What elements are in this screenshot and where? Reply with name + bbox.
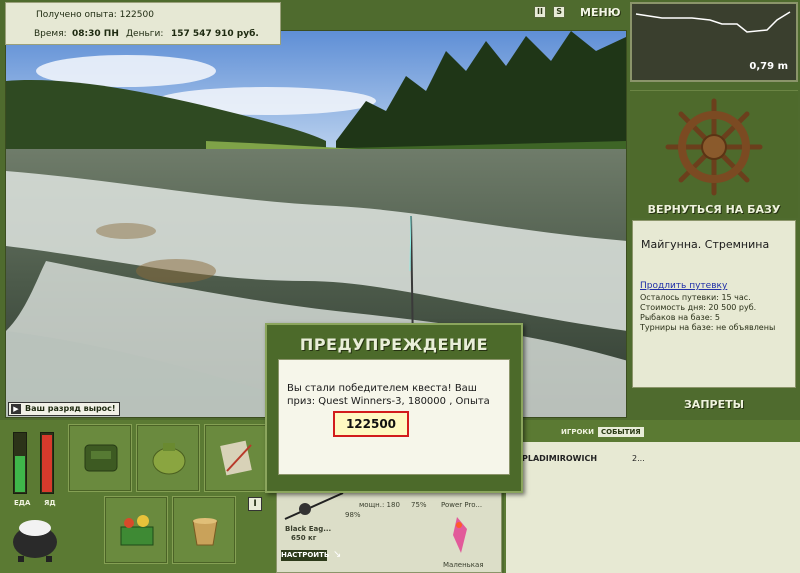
notebook-icon: [220, 440, 252, 476]
dialog-body: Вы стали победителем квеста! Ваш приз: Q…: [278, 359, 510, 475]
rod-percent: 98%: [345, 511, 361, 519]
inventory-slot-backpack[interactable]: [68, 424, 132, 492]
inventory-slot-food[interactable]: [104, 496, 168, 564]
pass-remaining-text: Осталось путевки: 15 час.: [640, 293, 751, 302]
time-value: 08:30 ПН: [72, 29, 119, 39]
pause-button[interactable]: II: [534, 6, 546, 18]
slot-toggle-button[interactable]: I: [248, 497, 262, 511]
lure-icon: [453, 517, 467, 553]
fishing-bag-icon: [152, 443, 186, 475]
reel-name: Power Pro...: [441, 501, 483, 509]
ship-wheel-icon[interactable]: [664, 97, 764, 197]
poison-gauge-fill: [42, 435, 52, 492]
time-label: Время:: [34, 29, 67, 39]
top-controls: II S: [534, 6, 569, 18]
food-gauge-fill: [15, 456, 25, 492]
extend-pass-link[interactable]: Продлить путевку: [640, 281, 727, 291]
menu-button[interactable]: МЕНЮ: [580, 6, 621, 19]
food-gauge: [13, 432, 27, 494]
rank-up-badge[interactable]: ▶ Ваш разряд вырос!: [8, 402, 120, 416]
rod-weight: 650 кг: [291, 534, 317, 542]
players-tabbar: ИГРОКИ СОБЫТИЯ: [506, 420, 800, 442]
line-power-label: мощн.: 180: [359, 501, 400, 509]
setup-button[interactable]: НАСТРОИТЬ: [281, 550, 329, 561]
day-cost-text: Стоимость дня: 20 500 руб.: [640, 303, 757, 312]
food-basket-icon: [120, 515, 154, 546]
tab-players[interactable]: ИГРОКИ: [558, 427, 597, 437]
rod-name: Black Eag...: [285, 525, 332, 533]
dialog-message: Вы стали победителем квеста! Ваш приз: Q…: [287, 383, 490, 407]
depth-value: 0,79 m: [749, 61, 788, 72]
food-label: ЕДА: [14, 499, 31, 507]
base-info-panel: Майгунна. Стремнина Продлить путевку Ост…: [632, 220, 796, 388]
money-value: 157 547 910 руб.: [171, 29, 259, 39]
inventory-slot-bucket[interactable]: [172, 496, 236, 564]
experience-text: Получено опыта: 122500: [36, 10, 154, 20]
players-panel: ИГРОКИ СОБЫТИЯ PLADIMIROWICH 2...: [504, 420, 800, 573]
money-label: Деньги:: [126, 29, 164, 39]
anglers-count-text: Рыбаков на базе: 5: [640, 313, 720, 322]
player-value: 2...: [632, 454, 645, 463]
sound-button[interactable]: S: [553, 6, 566, 18]
tab-events[interactable]: СОБЫТИЯ: [598, 427, 644, 437]
backpack-icon: [84, 444, 118, 472]
rod-reel-icon: [284, 492, 344, 520]
rank-up-text: Ваш разряд вырос!: [25, 404, 116, 413]
dialog-title: ПРЕДУПРЕЖДЕНИЕ: [299, 335, 489, 354]
inventory-slot-notebook[interactable]: [204, 424, 268, 492]
lure-name: Маленькая: [443, 561, 484, 569]
arrow-right-icon: ▶: [11, 404, 21, 414]
pot-icon[interactable]: [10, 510, 60, 562]
inventory-slot-bag[interactable]: [136, 424, 200, 492]
return-to-base-label[interactable]: ВЕРНУТЬСЯ НА БАЗУ: [630, 203, 798, 216]
prize-value[interactable]: 122500: [333, 411, 409, 437]
warning-dialog: ПРЕДУПРЕЖДЕНИЕ Вы стали победителем квес…: [265, 323, 523, 493]
poison-label: ЯД: [44, 499, 56, 507]
arrow-down-right-icon: ↘: [333, 549, 342, 560]
base-name: Майгунна. Стремнина: [641, 238, 770, 251]
player-name[interactable]: PLADIMIROWICH: [522, 454, 597, 463]
bans-button[interactable]: ЗАПРЕТЫ: [632, 398, 796, 411]
line-power-percent: 75%: [411, 501, 427, 509]
status-panel: Получено опыта: 122500 Время: 08:30 ПН Д…: [5, 2, 281, 45]
poison-gauge: [40, 432, 54, 494]
depth-profile-panel: 0,79 m: [630, 2, 798, 82]
bucket-icon: [192, 518, 218, 546]
tournaments-text: Турниры на базе: не объявлены: [640, 323, 776, 332]
return-to-base-panel[interactable]: ВЕРНУТЬСЯ НА БАЗУ: [630, 90, 798, 218]
